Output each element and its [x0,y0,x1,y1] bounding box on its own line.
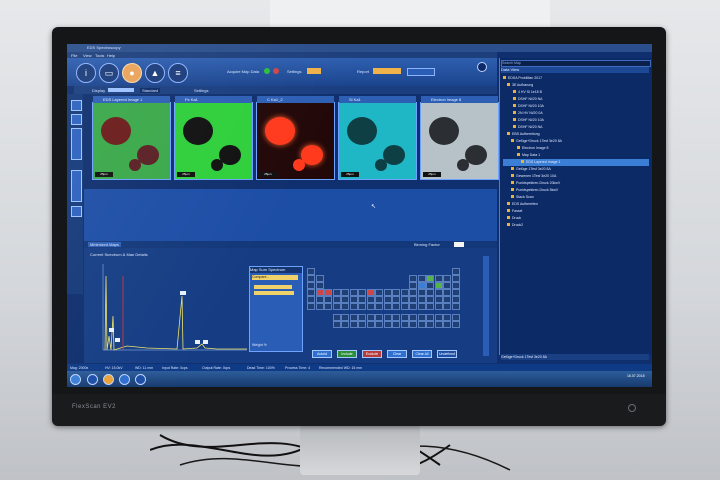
screen-glare [67,44,652,387]
monitor-stand [300,425,420,475]
monitor-brand: FlexScan EV2 [72,404,117,410]
power-button[interactable] [628,404,636,412]
monitor-chin [52,394,666,426]
